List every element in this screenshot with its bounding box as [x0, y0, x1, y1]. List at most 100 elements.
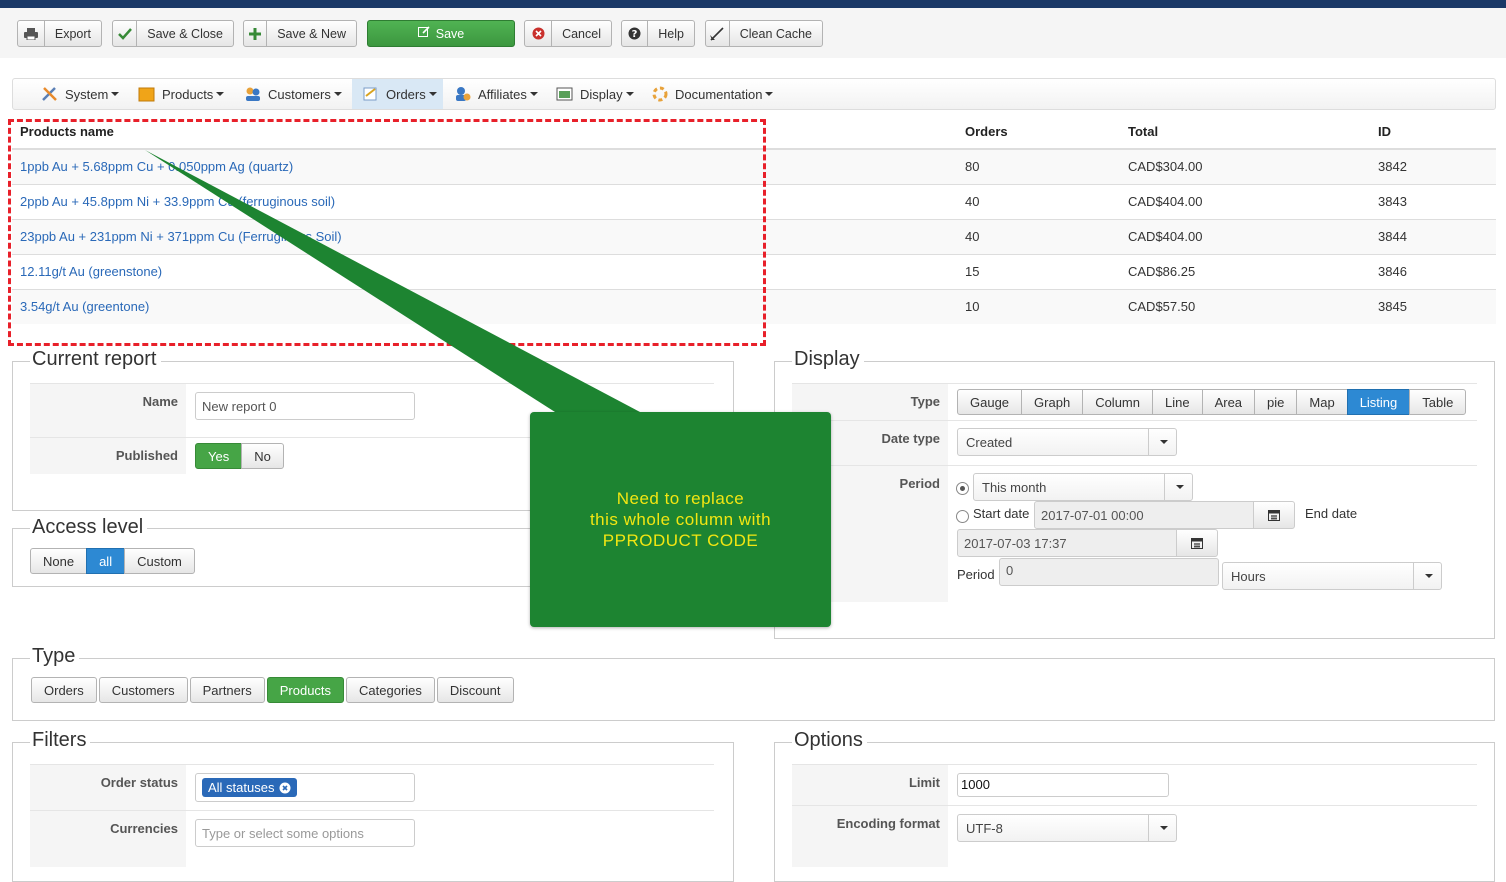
chevron-down-icon [625, 92, 634, 96]
menu-orders[interactable]: Orders [352, 79, 443, 109]
chevron-down-icon [1413, 563, 1441, 589]
type-pie-button[interactable]: pie [1254, 389, 1298, 415]
type-listing-button[interactable]: Listing [1346, 389, 1411, 415]
menu-system-label: System [65, 86, 109, 102]
product-link[interactable]: 1ppb Au + 5.68ppm Cu + 0.050ppm Ag (quar… [20, 159, 293, 174]
date-type-value: Created [966, 434, 1013, 450]
order-status-chip[interactable]: All statuses [202, 778, 298, 797]
type-discount-button[interactable]: Discount [436, 677, 514, 703]
report-name-input[interactable]: New report 0 [195, 392, 415, 420]
period-value: This month [982, 479, 1047, 495]
published-yes-button[interactable]: Yes [195, 443, 243, 469]
chevron-down-icon [333, 92, 342, 96]
product-link[interactable]: 3.54g/t Au (greentone) [20, 299, 149, 314]
calendar-icon [1268, 510, 1280, 521]
type-categories-button[interactable]: Categories [346, 677, 435, 703]
type-graph-button[interactable]: Graph [1021, 389, 1084, 415]
affiliates-icon [454, 86, 472, 102]
col-id[interactable]: ID [1370, 115, 1496, 150]
display-icon [556, 86, 574, 102]
period-unit-value: Hours [1231, 568, 1266, 584]
order-status-chip-label: All statuses [208, 780, 275, 795]
period-preset-radio[interactable] [956, 482, 969, 495]
type-area-button[interactable]: Area [1201, 389, 1256, 415]
save-label: Save [435, 26, 465, 41]
access-custom-button[interactable]: Custom [124, 548, 195, 574]
type-orders-button[interactable]: Orders [31, 677, 97, 703]
svg-text:?: ? [632, 29, 638, 40]
type-gauge-button[interactable]: Gauge [957, 389, 1023, 415]
product-link[interactable]: 12.11g/t Au (greenstone) [20, 264, 162, 279]
id-cell: 3844 [1370, 218, 1496, 254]
callout-line-1: Need to replace [616, 489, 745, 508]
table-header-row: Products name Orders Total ID [12, 115, 1496, 150]
orders-cell: 40 [957, 183, 1120, 219]
type-products-button[interactable]: Products [266, 677, 345, 703]
access-all-button[interactable]: all [86, 548, 126, 574]
export-button[interactable]: Export [17, 20, 102, 47]
cancel-button[interactable]: Cancel [524, 20, 612, 47]
encoding-label: Encoding format [792, 806, 948, 867]
period-amount-input[interactable]: 0 [999, 558, 1219, 586]
calendar-icon [1191, 538, 1203, 549]
remove-chip-icon[interactable] [279, 782, 291, 794]
menu-documentation[interactable]: Documentation [651, 79, 774, 109]
menu-display[interactable]: Display [556, 79, 634, 109]
start-date-input[interactable]: 2017-07-01 00:00 [1034, 501, 1254, 529]
type-line-button[interactable]: Line [1151, 389, 1203, 415]
limit-input[interactable]: 1000 [957, 773, 1169, 797]
col-orders[interactable]: Orders [957, 115, 1120, 150]
table-row: 2ppb Au + 45.8ppm Ni + 33.9ppm Cu (ferru… [12, 183, 1496, 219]
save-button[interactable]: Save [367, 20, 515, 47]
col-total[interactable]: Total [1120, 115, 1370, 150]
period-amount-label: Period [957, 567, 995, 582]
end-date-input[interactable]: 2017-07-03 17:37 [957, 529, 1177, 557]
filters-title: Filters [30, 729, 91, 752]
period-select[interactable]: This month [973, 473, 1193, 501]
help-ring-icon [651, 86, 669, 102]
menu-affiliates[interactable]: Affiliates [454, 79, 538, 109]
question-icon: ? [622, 21, 649, 46]
help-button[interactable]: ? Help [621, 20, 695, 47]
col-products-name[interactable]: Products name [12, 115, 957, 150]
menu-orders-label: Orders [386, 86, 426, 102]
end-date-calendar-button[interactable] [1176, 529, 1218, 557]
callout-line-3: PPRODUCT CODE [602, 531, 759, 550]
orders-cell: 80 [957, 148, 1120, 184]
type-map-button[interactable]: Map [1296, 389, 1348, 415]
type-toggle: Orders Customers Partners Products Categ… [31, 677, 514, 703]
type-column-button[interactable]: Column [1082, 389, 1153, 415]
display-title: Display [792, 348, 864, 371]
encoding-select[interactable]: UTF-8 [957, 814, 1177, 842]
type-customers-button[interactable]: Customers [98, 677, 188, 703]
menu-products[interactable]: Products [138, 79, 225, 109]
total-cell: CAD$57.50 [1120, 288, 1370, 324]
save-new-label: Save & New [277, 26, 346, 41]
type-partners-button[interactable]: Partners [189, 677, 265, 703]
access-none-button[interactable]: None [30, 548, 88, 574]
date-type-select[interactable]: Created [957, 428, 1177, 456]
end-date-label: End date [1305, 506, 1358, 521]
save-close-button[interactable]: Save & Close [112, 20, 234, 47]
product-link[interactable]: 23ppb Au + 231ppm Ni + 371ppm Cu (Ferrug… [20, 229, 342, 244]
help-label: Help [658, 26, 684, 41]
id-cell: 3843 [1370, 183, 1496, 219]
printer-icon [18, 21, 45, 46]
clean-cache-button[interactable]: Clean Cache [705, 20, 823, 47]
export-label: Export [54, 26, 91, 41]
orders-icon [362, 86, 380, 102]
type-table-button[interactable]: Table [1409, 389, 1467, 415]
save-close-label: Save & Close [147, 26, 223, 41]
cancel-label: Cancel [562, 26, 601, 41]
published-no-button[interactable]: No [241, 443, 284, 469]
menu-system[interactable]: System [41, 79, 120, 109]
start-date-label: Start date [973, 506, 1030, 521]
currencies-input[interactable]: Type or select some options [195, 819, 415, 847]
start-date-calendar-button[interactable] [1253, 501, 1295, 529]
menu-customers[interactable]: Customers [244, 79, 342, 109]
menu-affiliates-label: Affiliates [478, 86, 527, 102]
period-custom-radio[interactable] [956, 510, 969, 523]
period-unit-select[interactable]: Hours [1222, 562, 1442, 590]
product-link[interactable]: 2ppb Au + 45.8ppm Ni + 33.9ppm Cu (ferru… [20, 194, 335, 209]
save-new-button[interactable]: Save & New [243, 20, 357, 47]
